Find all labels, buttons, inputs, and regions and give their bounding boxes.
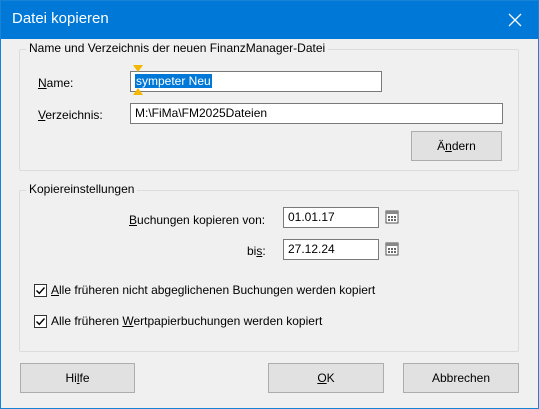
- copy-securities-text-pre: Alle früheren: [51, 314, 123, 328]
- close-icon: [508, 13, 522, 27]
- change-button-text-post: dern: [451, 139, 476, 153]
- copy-settings-title: Kopiereinstellungen: [26, 182, 138, 196]
- text-cursor-marker-icon: [133, 65, 143, 95]
- help-button-text-post: fe: [79, 371, 90, 385]
- file-group-title: Name und Verzeichnis der neuen FinanzMan…: [26, 41, 329, 55]
- copy-from-label: Buchungen kopieren von:: [129, 213, 265, 227]
- help-button-label: Hilfe: [65, 371, 89, 385]
- cancel-button[interactable]: Abbrechen: [403, 363, 519, 393]
- change-button[interactable]: Ändern: [411, 131, 502, 161]
- change-button-text-pre: Ä: [437, 139, 446, 153]
- ok-button-text-post: K: [326, 371, 335, 385]
- copy-to-date-value: 27.12.24: [288, 242, 335, 256]
- copy-from-date-value: 01.01.17: [288, 210, 335, 224]
- copy-file-dialog: Datei kopieren Name und Verzeichnis der …: [0, 0, 539, 409]
- window-title: Datei kopieren: [12, 10, 109, 27]
- copy-from-calendar-button[interactable]: [382, 207, 402, 227]
- copy-to-calendar-button[interactable]: [382, 239, 402, 259]
- copy-securities-accesskey: W: [122, 314, 134, 328]
- copy-from-date-input[interactable]: 01.01.17: [283, 207, 379, 228]
- name-label: Name:: [38, 76, 73, 90]
- ok-button-label: OK: [317, 371, 334, 385]
- copy-unreconciled-checkbox[interactable]: [34, 284, 47, 297]
- cancel-button-label: Abbrechen: [431, 371, 491, 385]
- copy-to-text-post: :: [262, 244, 266, 258]
- copy-unreconciled-label[interactable]: Alle früheren nicht abgeglichenen Buchun…: [51, 283, 375, 297]
- help-button-text-pre: Hi: [65, 371, 77, 385]
- copy-from-accesskey: B: [129, 213, 138, 227]
- change-button-accesskey: n: [445, 139, 452, 153]
- name-label-text: ame:: [46, 76, 74, 90]
- directory-input-value: M:\FiMa\FM2025Dateien: [135, 106, 268, 120]
- help-button[interactable]: Hilfe: [20, 363, 135, 393]
- copy-unreconciled-text: lle früheren nicht abgeglichenen Buchung…: [59, 283, 376, 297]
- copy-to-text-pre: bi: [247, 244, 257, 258]
- directory-label-text: erzeichnis:: [45, 108, 103, 122]
- calendar-icon: [385, 242, 399, 256]
- close-button[interactable]: [492, 1, 538, 39]
- copy-to-label: bis:: [247, 244, 266, 258]
- directory-label: Verzeichnis:: [38, 108, 103, 122]
- copy-unreconciled-accesskey: A: [51, 283, 60, 297]
- name-label-accesskey: N: [38, 76, 47, 90]
- directory-input[interactable]: M:\FiMa\FM2025Dateien: [130, 103, 503, 124]
- title-bar[interactable]: Datei kopieren: [1, 1, 538, 39]
- copy-to-date-input[interactable]: 27.12.24: [283, 239, 379, 260]
- calendar-icon: [385, 210, 399, 224]
- copy-securities-label[interactable]: Alle früheren Wertpapierbuchungen werden…: [51, 314, 322, 328]
- change-button-label: Ändern: [437, 139, 476, 153]
- checkmark-icon: [36, 287, 46, 295]
- name-input[interactable]: sympeter Neu: [130, 71, 382, 92]
- name-input-value: sympeter Neu: [135, 74, 212, 88]
- checkmark-icon: [36, 318, 46, 326]
- copy-securities-checkbox[interactable]: [34, 315, 47, 328]
- copy-securities-text-post: ertpapierbuchungen werden kopiert: [133, 314, 323, 328]
- ok-button[interactable]: OK: [268, 363, 384, 393]
- copy-from-text: uchungen kopieren von:: [137, 213, 266, 227]
- ok-button-accesskey: O: [317, 371, 327, 385]
